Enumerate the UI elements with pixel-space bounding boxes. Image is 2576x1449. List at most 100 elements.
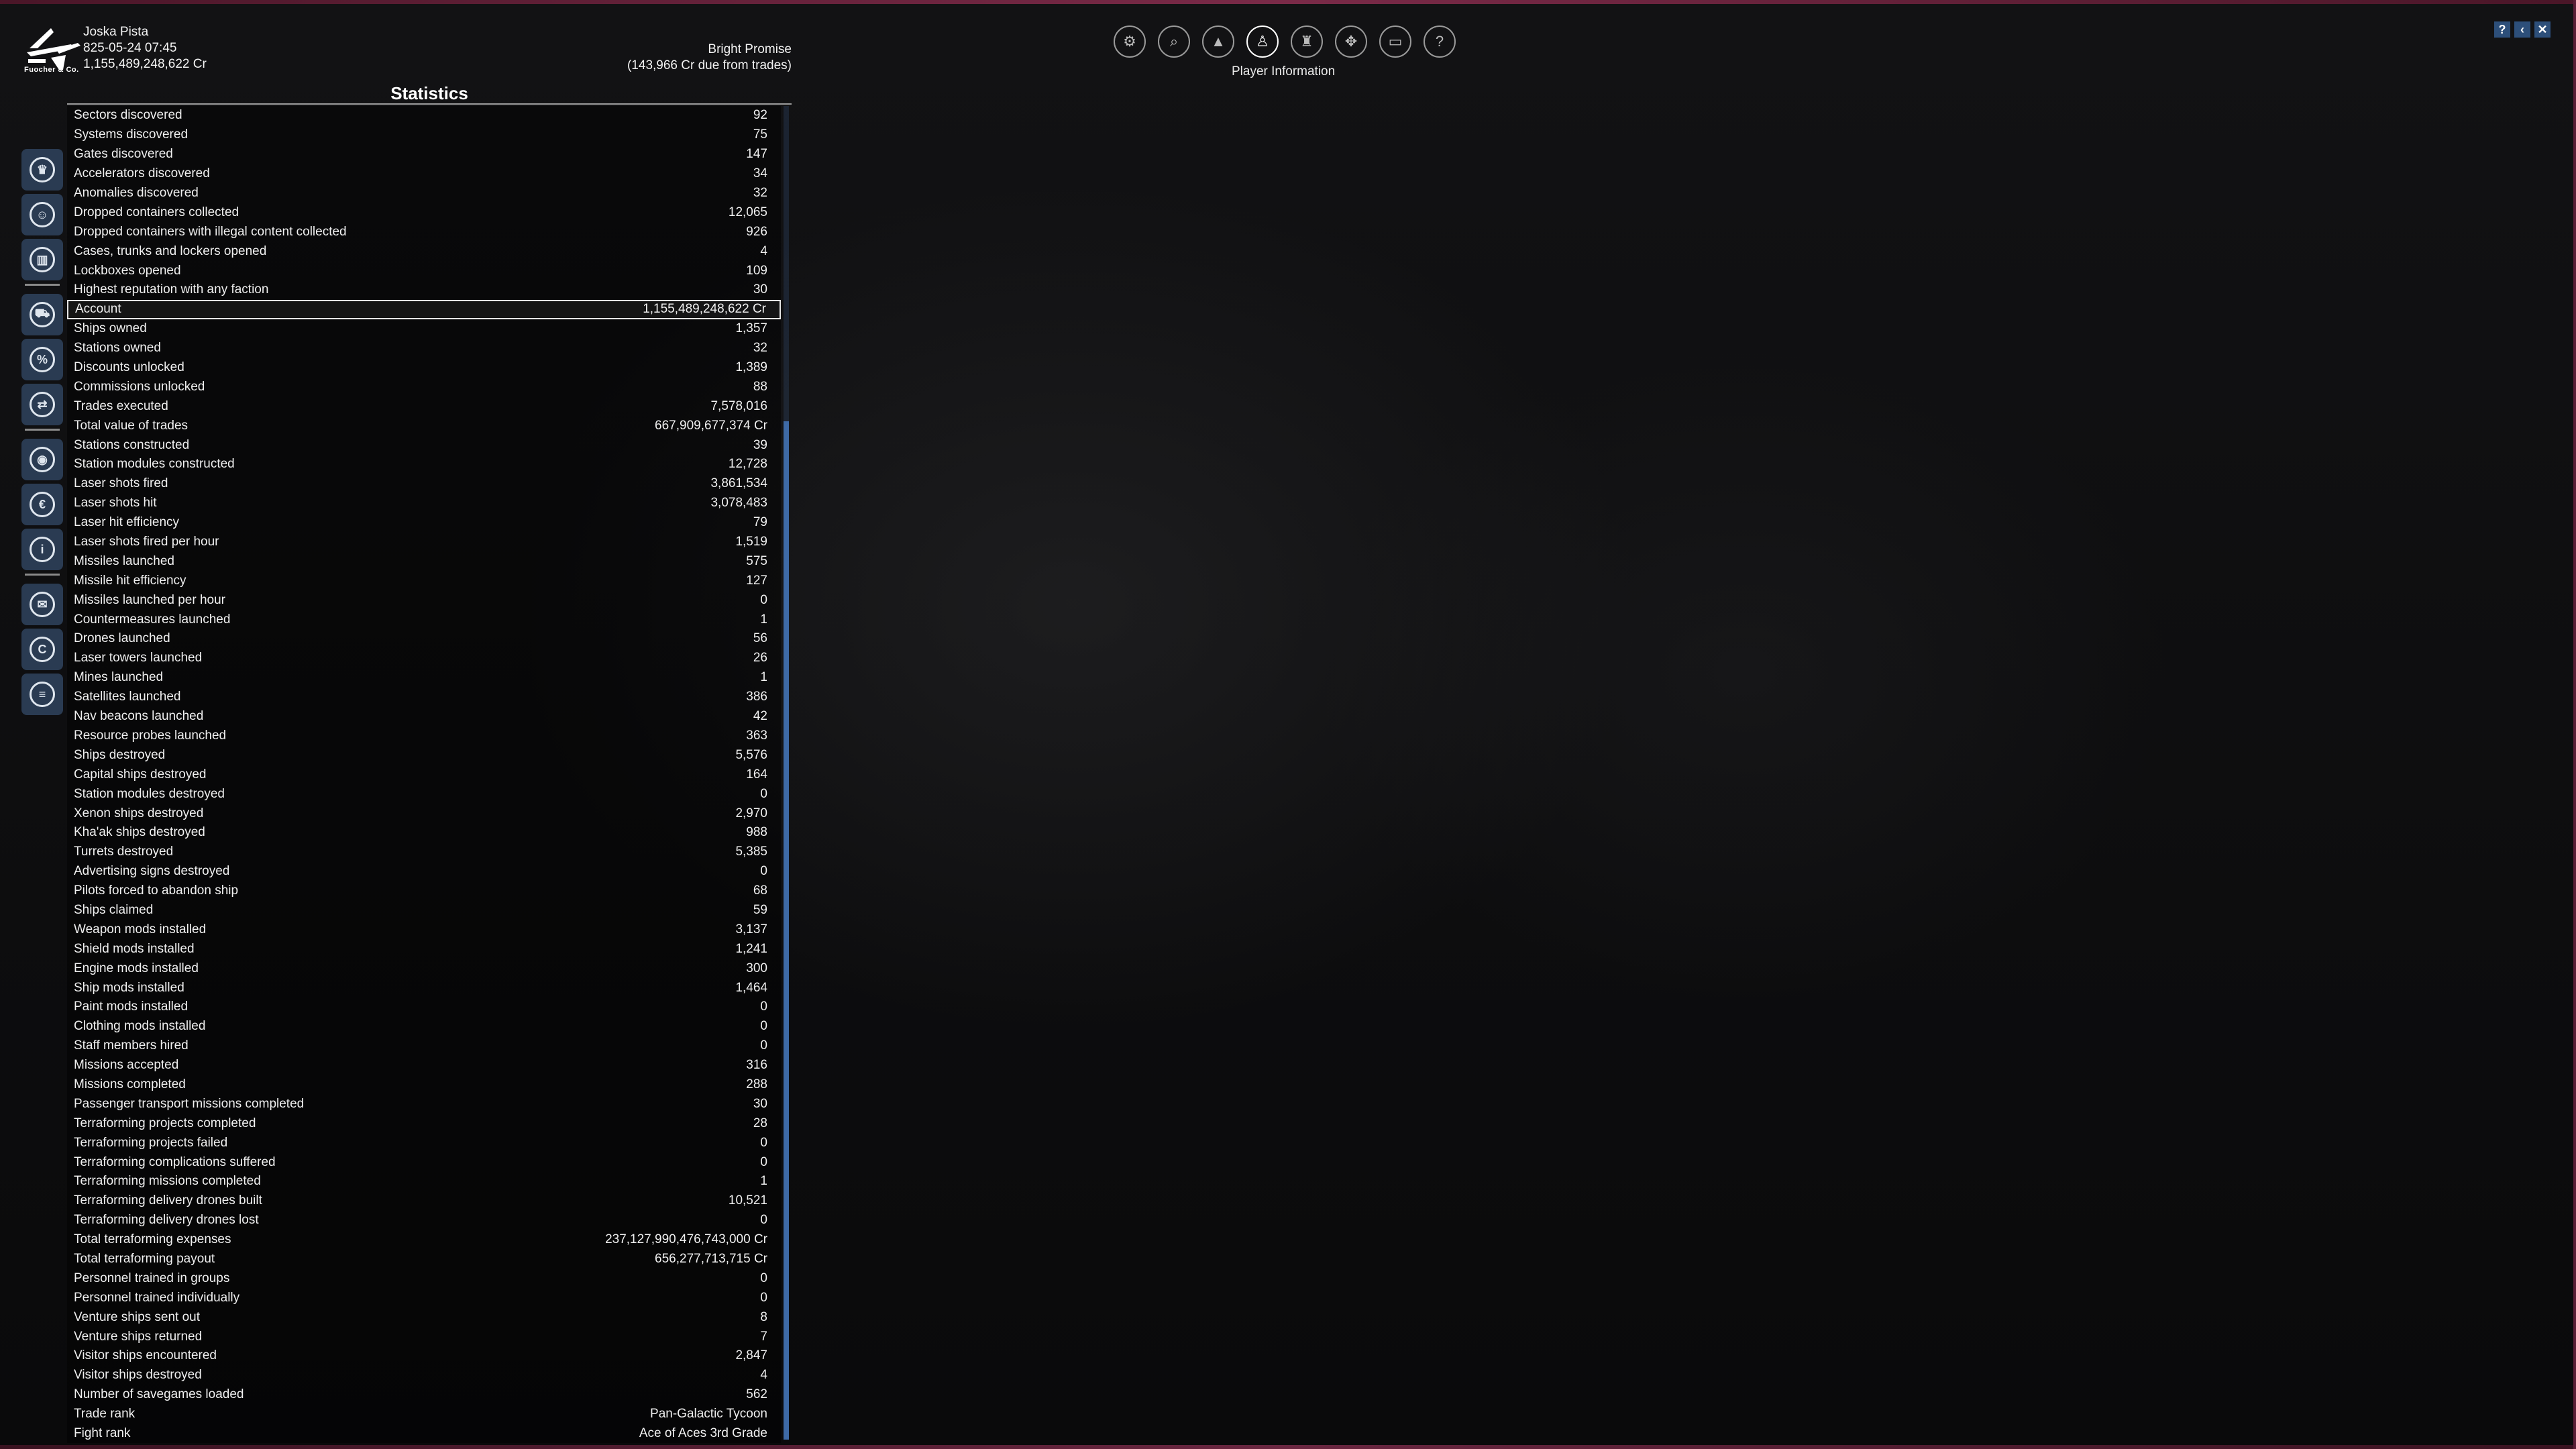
table-row[interactable]: Missiles launched 575 [67, 551, 781, 571]
table-row[interactable]: Cases, trunks and lockers opened 4 [67, 241, 781, 261]
table-row[interactable]: Visitor ships encountered 2,847 [67, 1346, 781, 1366]
table-row[interactable]: Total terraforming payout 656,277,713,715… [67, 1250, 781, 1269]
table-row[interactable]: Laser hit efficiency 79 [67, 513, 781, 533]
table-row[interactable]: Ship mods installed 1,464 [67, 978, 781, 998]
table-row[interactable]: Sectors discovered 92 [67, 106, 781, 125]
table-row[interactable]: Laser shots fired 3,861,534 [67, 474, 781, 494]
table-row[interactable]: Capital ships destroyed 164 [67, 765, 781, 784]
table-row[interactable]: Drones launched 56 [67, 629, 781, 649]
table-row[interactable]: Laser towers launched 26 [67, 649, 781, 668]
table-row[interactable]: Countermeasures launched 1 [67, 610, 781, 629]
table-row[interactable]: Ships destroyed 5,576 [67, 745, 781, 765]
table-row[interactable]: Terraforming missions completed 1 [67, 1172, 781, 1191]
sidebar-trade-icon[interactable]: ⇄ [21, 384, 63, 425]
sidebar-credit-icon[interactable]: € [21, 484, 63, 525]
sidebar-hangar-icon[interactable]: ≡ [21, 674, 63, 715]
sidebar-people-icon[interactable]: ☺ [21, 194, 63, 235]
table-row[interactable]: Passenger transport missions completed 30 [67, 1094, 781, 1114]
table-row[interactable]: Dropped containers collected 12,065 [67, 203, 781, 222]
sidebar-percent-icon[interactable]: % [21, 339, 63, 380]
table-row[interactable]: Stations owned 32 [67, 339, 781, 358]
table-row[interactable]: Turrets destroyed 5,385 [67, 843, 781, 862]
table-row[interactable]: Resource probes launched 363 [67, 727, 781, 746]
table-row[interactable]: Discounts unlocked 1,389 [67, 358, 781, 378]
sidebar-chart-icon[interactable]: ▥ [21, 239, 63, 280]
table-row[interactable]: Trade rank Pan-Galactic Tycoon [67, 1405, 781, 1424]
table-row[interactable]: Anomalies discovered 32 [67, 184, 781, 203]
stat-label: Laser towers launched [74, 651, 203, 665]
table-row[interactable]: Staff members hired 0 [67, 1036, 781, 1056]
empire-icon[interactable]: ▲ [1202, 25, 1234, 58]
table-row[interactable]: Weapon mods installed 3,137 [67, 920, 781, 939]
table-row[interactable]: Shield mods installed 1,241 [67, 939, 781, 959]
people-icon: ☺ [30, 202, 55, 227]
table-row[interactable]: Systems discovered 75 [67, 125, 781, 145]
table-row[interactable]: Terraforming delivery drones lost 0 [67, 1211, 781, 1230]
table-row[interactable]: Paint mods installed 0 [67, 998, 781, 1017]
table-row[interactable]: Satellites launched 386 [67, 688, 781, 707]
table-row[interactable]: Accelerators discovered 34 [67, 164, 781, 184]
table-row[interactable]: Terraforming delivery drones built 10,521 [67, 1191, 781, 1211]
table-row[interactable]: Dropped containers with illegal content … [67, 222, 781, 241]
table-row[interactable]: Lockboxes opened 109 [67, 261, 781, 280]
search-icon[interactable]: ⌕ [1158, 25, 1190, 58]
help-button[interactable]: ? [2494, 21, 2510, 38]
table-row[interactable]: Highest reputation with any faction 30 [67, 280, 781, 300]
table-row[interactable]: Gates discovered 147 [67, 145, 781, 164]
ship-icon[interactable]: ▭ [1379, 25, 1411, 58]
back-button[interactable]: ‹ [2514, 21, 2530, 38]
table-row[interactable]: Trades executed 7,578,016 [67, 396, 781, 416]
help-icon[interactable]: ? [1424, 25, 1456, 58]
table-row[interactable]: Station modules constructed 12,728 [67, 455, 781, 474]
table-row[interactable]: Account 1,155,489,248,622 Cr [67, 299, 781, 319]
sidebar-mail-icon[interactable]: ✉ [21, 584, 63, 625]
map-icon[interactable]: ✥ [1335, 25, 1367, 58]
sidebar-crown-icon[interactable]: ♛ [21, 149, 63, 191]
percent-icon: % [30, 347, 55, 372]
table-row[interactable]: Missile hit efficiency 127 [67, 571, 781, 590]
table-row[interactable]: Commissions unlocked 88 [67, 377, 781, 396]
table-row[interactable]: Advertising signs destroyed 0 [67, 862, 781, 881]
table-row[interactable]: Terraforming complications suffered 0 [67, 1152, 781, 1172]
settings-icon[interactable]: ⚙ [1114, 25, 1146, 58]
table-row[interactable]: Venture ships returned 7 [67, 1327, 781, 1346]
table-row[interactable]: Missiles launched per hour 0 [67, 590, 781, 610]
table-row[interactable]: Stations constructed 39 [67, 435, 781, 455]
trade-due: (143,966 Cr due from trades) [627, 58, 792, 72]
table-row[interactable]: Venture ships sent out 8 [67, 1307, 781, 1327]
player-name: Joska Pista [83, 25, 149, 39]
table-row[interactable]: Total value of trades 667,909,677,374 Cr [67, 416, 781, 435]
sidebar-station-icon[interactable]: ◉ [21, 439, 63, 480]
table-row[interactable]: Nav beacons launched 42 [67, 707, 781, 727]
table-row[interactable]: Fight rank Ace of Aces 3rd Grade [67, 1424, 781, 1444]
table-row[interactable]: Laser shots fired per hour 1,519 [67, 533, 781, 552]
sidebar-ship-box-icon[interactable]: ⛟ [21, 294, 63, 335]
table-row[interactable]: Total terraforming expenses 237,127,990,4… [67, 1230, 781, 1250]
table-row[interactable]: Xenon ships destroyed 2,970 [67, 804, 781, 823]
table-row[interactable]: Ships claimed 59 [67, 901, 781, 920]
table-row[interactable]: Laser shots hit 3,078,483 [67, 494, 781, 513]
table-row[interactable]: Ships owned 1,357 [67, 319, 781, 339]
stat-value: 0 [760, 786, 767, 801]
table-row[interactable]: Personnel trained in groups 0 [67, 1269, 781, 1288]
table-row[interactable]: Personnel trained individually 0 [67, 1288, 781, 1307]
table-row[interactable]: Kha'ak ships destroyed 988 [67, 823, 781, 843]
table-row[interactable]: Visitor ships destroyed 4 [67, 1366, 781, 1385]
table-row[interactable]: Missions completed 288 [67, 1075, 781, 1095]
table-row[interactable]: Clothing mods installed 0 [67, 1017, 781, 1036]
table-row[interactable]: Terraforming projects completed 28 [67, 1114, 781, 1133]
close-button[interactable]: ✕ [2534, 21, 2551, 38]
scrollbar-thumb[interactable] [784, 421, 789, 1440]
sidebar-copyright-icon[interactable]: C [21, 629, 63, 670]
stat-value: 0 [760, 1000, 767, 1014]
sidebar-info-icon[interactable]: i [21, 529, 63, 570]
player-info-icon[interactable]: ♙ [1246, 25, 1279, 58]
table-row[interactable]: Station modules destroyed 0 [67, 784, 781, 804]
table-row[interactable]: Terraforming projects failed 0 [67, 1133, 781, 1152]
table-row[interactable]: Missions accepted 316 [67, 1056, 781, 1075]
table-row[interactable]: Engine mods installed 300 [67, 959, 781, 978]
table-row[interactable]: Mines launched 1 [67, 668, 781, 688]
table-row[interactable]: Pilots forced to abandon ship 68 [67, 881, 781, 901]
table-row[interactable]: Number of savegames loaded 562 [67, 1385, 781, 1405]
pilot-icon[interactable]: ♜ [1291, 25, 1323, 58]
